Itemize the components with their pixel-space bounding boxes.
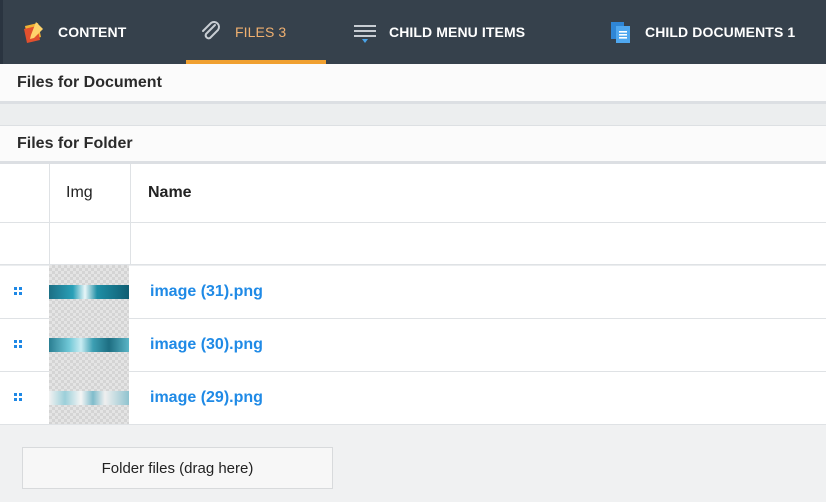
section-title: Files for Folder bbox=[17, 134, 133, 152]
tab-bar: CONTENT FILES 3 CHILD MENU ITEMS CHILD D… bbox=[0, 0, 826, 64]
tab-content-label: CONTENT bbox=[58, 24, 127, 40]
image-thumbnail[interactable] bbox=[49, 371, 129, 424]
files-for-folder-header: Files for Folder bbox=[0, 126, 826, 164]
paperclip-icon bbox=[199, 20, 223, 44]
tab-child-menu-items-label: CHILD MENU ITEMS bbox=[389, 24, 526, 40]
table-row[interactable]: image (30).png bbox=[0, 318, 826, 371]
table-row[interactable]: image (31).png bbox=[0, 265, 826, 318]
file-name-link[interactable]: image (31).png bbox=[150, 265, 263, 318]
column-header-name[interactable]: Name bbox=[148, 164, 192, 222]
grid-footer: Folder files (drag here) bbox=[0, 424, 826, 502]
file-name-link[interactable]: image (29).png bbox=[150, 371, 263, 424]
section-spacer bbox=[0, 104, 826, 126]
table-row[interactable]: image (29).png bbox=[0, 371, 826, 424]
tab-content[interactable]: CONTENT bbox=[22, 0, 126, 64]
column-header-img[interactable]: Img bbox=[66, 164, 93, 222]
drag-handle-icon[interactable] bbox=[14, 287, 24, 297]
folder-files-drop-zone[interactable]: Folder files (drag here) bbox=[22, 447, 333, 489]
tab-child-documents[interactable]: CHILD DOCUMENTS 1 bbox=[609, 0, 795, 64]
section-title: Files for Document bbox=[17, 73, 162, 91]
tab-child-documents-label: CHILD DOCUMENTS 1 bbox=[645, 24, 796, 40]
column-divider bbox=[49, 164, 50, 265]
menu-list-icon bbox=[353, 20, 377, 44]
drag-handle-icon[interactable] bbox=[14, 393, 24, 403]
tab-child-menu-items[interactable]: CHILD MENU ITEMS bbox=[353, 0, 525, 64]
files-for-document-header: Files for Document bbox=[0, 64, 826, 104]
header-divider bbox=[0, 222, 826, 223]
tab-files[interactable]: FILES 3 bbox=[199, 0, 286, 64]
image-thumbnail[interactable] bbox=[49, 318, 129, 371]
image-thumbnail[interactable] bbox=[49, 265, 129, 318]
drag-handle-icon[interactable] bbox=[14, 340, 24, 350]
file-name-link[interactable]: image (30).png bbox=[150, 318, 263, 371]
folder-files-grid: Img Name image (31).png image (30).png i… bbox=[0, 164, 826, 424]
documents-icon bbox=[609, 20, 633, 44]
tab-files-label: FILES 3 bbox=[235, 24, 287, 40]
column-divider bbox=[130, 164, 131, 265]
content-edit-icon bbox=[22, 20, 46, 44]
